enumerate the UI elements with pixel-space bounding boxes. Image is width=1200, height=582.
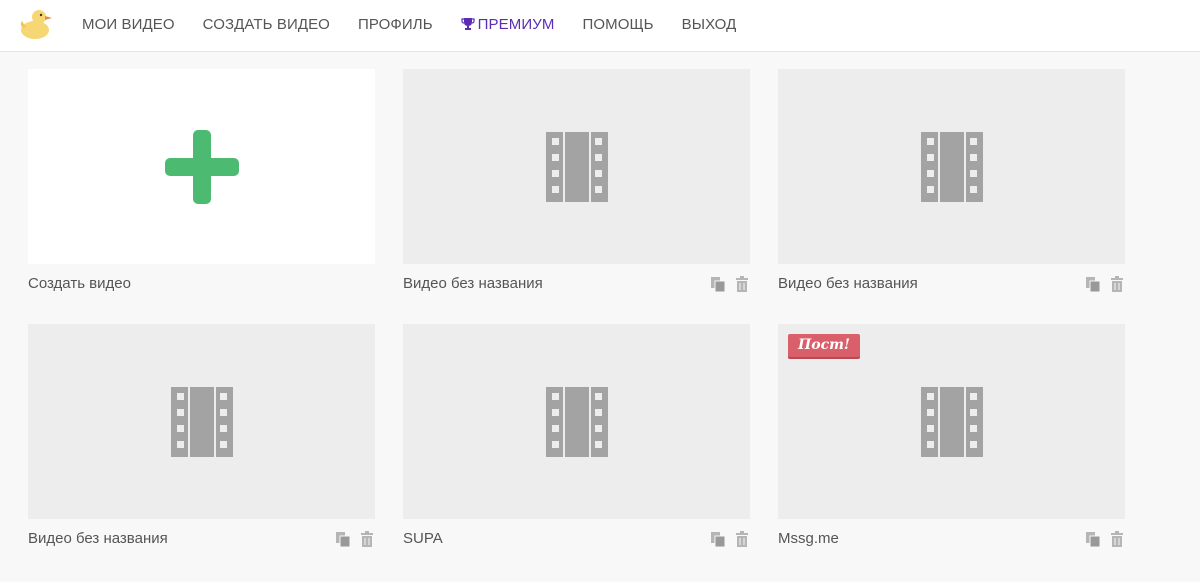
video-thumbnail[interactable] [778,69,1125,264]
nav-my-videos[interactable]: МОИ ВИДЕО [68,0,189,48]
trophy-icon [461,18,475,30]
card-caption-row: Видео без названия [403,264,750,302]
video-card: Видео без названия [28,324,375,557]
copy-icon[interactable] [1085,276,1101,292]
card-caption-row: Mssg.me [778,519,1125,557]
video-thumbnail[interactable]: Пост! [778,324,1125,519]
card-title[interactable]: Видео без названия [28,530,168,547]
trash-icon[interactable] [734,276,750,292]
film-icon [545,386,608,457]
card-title[interactable]: Видео без названия [403,275,543,292]
trash-icon[interactable] [734,531,750,547]
copy-icon[interactable] [710,531,726,547]
video-thumbnail[interactable] [403,69,750,264]
copy-icon[interactable] [335,531,351,547]
video-thumbnail[interactable] [28,324,375,519]
card-title[interactable]: Создать видео [28,275,131,292]
nav-logout[interactable]: ВЫХОД [668,0,751,48]
video-card: Видео без названия [778,69,1125,302]
video-card: Видео без названия [403,69,750,302]
card-title[interactable]: Видео без названия [778,275,918,292]
main-nav: МОИ ВИДЕО СОЗДАТЬ ВИДЕО ПРОФИЛЬ ПРЕМИУМ … [68,0,750,48]
duck-logo-icon[interactable] [17,6,55,40]
nav-help[interactable]: ПОМОЩЬ [568,0,667,48]
post-badge: Пост! [788,334,861,357]
card-caption-row: Создать видео [28,264,375,302]
card-caption-row: SUPA [403,519,750,557]
nav-create-video[interactable]: СОЗДАТЬ ВИДЕО [189,0,344,48]
copy-icon[interactable] [1085,531,1101,547]
card-actions [1085,531,1125,547]
trash-icon[interactable] [1109,531,1125,547]
card-title[interactable]: SUPA [403,530,443,547]
video-thumbnail[interactable] [403,324,750,519]
film-icon [920,131,983,202]
nav-premium[interactable]: ПРЕМИУМ [447,0,569,48]
nav-premium-label: ПРЕМИУМ [477,15,555,33]
copy-icon[interactable] [710,276,726,292]
create-video-thumbnail[interactable] [28,69,375,264]
card-actions [1085,276,1125,292]
card-caption-row: Видео без названия [28,519,375,557]
trash-icon[interactable] [359,531,375,547]
film-icon [920,386,983,457]
card-title[interactable]: Mssg.me [778,530,839,547]
card-caption-row: Видео без названия [778,264,1125,302]
create-video-card: Создать видео [28,69,375,302]
nav-profile[interactable]: ПРОФИЛЬ [344,0,447,48]
card-actions [710,276,750,292]
trash-icon[interactable] [1109,276,1125,292]
top-bar: МОИ ВИДЕО СОЗДАТЬ ВИДЕО ПРОФИЛЬ ПРЕМИУМ … [0,0,1200,52]
card-actions [335,531,375,547]
film-icon [170,386,233,457]
film-icon [545,131,608,202]
video-card: Пост! Mssg.me [778,324,1125,557]
plus-icon [164,129,239,204]
card-actions [710,531,750,547]
video-card: SUPA [403,324,750,557]
